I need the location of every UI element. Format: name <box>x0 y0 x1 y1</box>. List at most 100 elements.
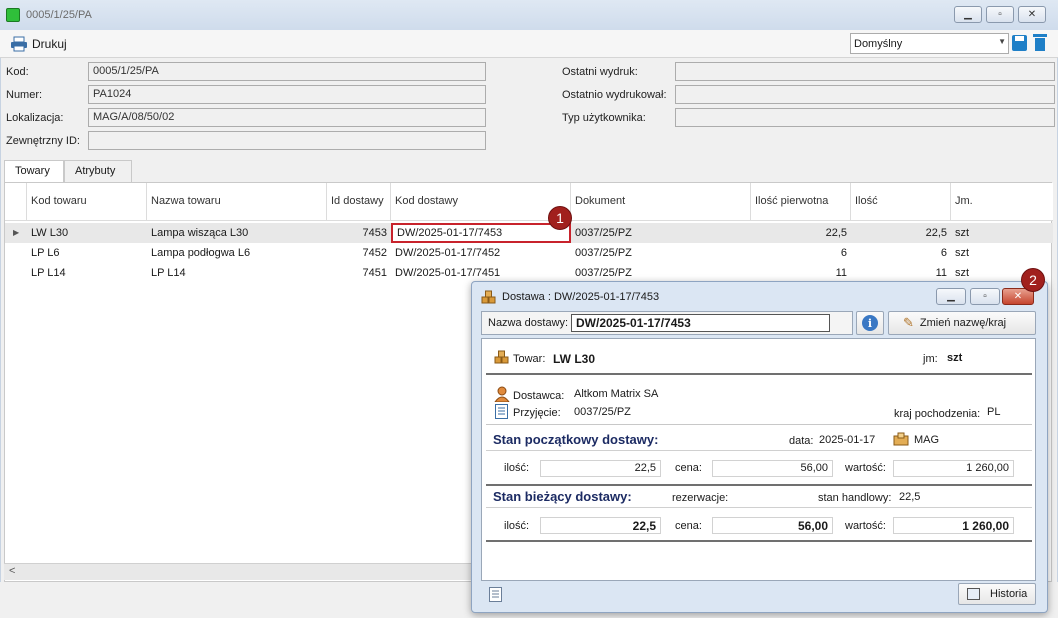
rename-label: Zmień nazwę/kraj <box>919 317 1007 329</box>
divider <box>486 507 1032 508</box>
pocz-ilosc-field[interactable]: 22,5 <box>540 460 661 477</box>
ostatnio-wydrukowal-field[interactable] <box>675 85 1055 104</box>
zewnetrzny-id-field[interactable] <box>88 131 486 150</box>
towar-value: LW L30 <box>553 352 596 366</box>
stan-handlowy-label: stan handlowy: <box>818 492 892 504</box>
cell-ilosc-pierwotna[interactable]: 11 <box>751 263 851 283</box>
cell-id-dostawy[interactable]: 7453 <box>327 223 391 243</box>
dostawca-label: Dostawca: <box>513 390 565 402</box>
divider <box>486 484 1032 486</box>
cell-kod-dostawy[interactable]: DW/2025-01-17/7452 <box>391 243 571 263</box>
dialog-maximize-button[interactable]: ▫ <box>970 288 1000 305</box>
divider <box>486 424 1032 425</box>
table-row[interactable]: LP L6 Lampa podłogwa L6 7452 DW/2025-01-… <box>5 243 1053 263</box>
save-icon[interactable] <box>1012 35 1027 51</box>
layout-select[interactable]: Domyślny ▼ <box>850 33 1009 54</box>
jm-label: jm: <box>923 353 938 365</box>
cell-nazwa-towaru[interactable]: LP L14 <box>147 263 327 283</box>
document-icon <box>495 404 508 419</box>
nazwa-dostawy-input[interactable]: DW/2025-01-17/7453 <box>571 314 830 332</box>
pocz-cena-field[interactable]: 56,00 <box>712 460 833 477</box>
column-header[interactable]: Id dostawy <box>327 183 391 221</box>
cell-ilosc-pierwotna[interactable]: 22,5 <box>751 223 851 243</box>
history-icon <box>967 588 980 600</box>
biez-wartosc-field[interactable]: 1 260,00 <box>893 517 1014 534</box>
cell-dokument[interactable]: 0037/25/PZ <box>571 223 751 243</box>
biez-ilosc-field[interactable]: 22,5 <box>540 517 661 534</box>
kraj-label: kraj pochodzenia: <box>894 408 981 420</box>
typ-uzytkownika-field[interactable] <box>675 108 1055 127</box>
cell-ilosc[interactable]: 6 <box>851 243 951 263</box>
tab-towary[interactable]: Towary <box>4 160 64 182</box>
cena-label: cena: <box>675 462 702 474</box>
close-button[interactable]: ✕ <box>1018 6 1046 23</box>
callout-badge-1: 1 <box>548 206 572 230</box>
boxes-icon <box>481 290 496 304</box>
column-header[interactable]: Ilość <box>851 183 951 221</box>
dialog-minimize-button[interactable]: ▁ <box>936 288 966 305</box>
cell-dokument[interactable]: 0037/25/PZ <box>571 263 751 283</box>
divider <box>486 373 1032 375</box>
cell-nazwa-towaru[interactable]: Lampa podłogwa L6 <box>147 243 327 263</box>
cena-label: cena: <box>675 520 702 532</box>
cell-kod-towaru[interactable]: LP L14 <box>27 263 147 283</box>
cell-kod-towaru[interactable]: LW L30 <box>27 223 147 243</box>
nazwa-dostawy-label: Nazwa dostawy: <box>488 317 569 329</box>
biez-cena-field[interactable]: 56,00 <box>712 517 833 534</box>
column-header[interactable]: Nazwa towaru <box>147 183 327 221</box>
trash-icon[interactable] <box>1033 34 1047 51</box>
kod-field[interactable]: 0005/1/25/PA <box>88 62 486 81</box>
column-header[interactable]: Kod dostawy <box>391 183 571 221</box>
cell-id-dostawy[interactable]: 7451 <box>327 263 391 283</box>
rename-button[interactable]: ✎ Zmień nazwę/kraj <box>888 311 1036 335</box>
cell-nazwa-towaru[interactable]: Lampa wisząca L30 <box>147 223 327 243</box>
historia-button[interactable]: Historia <box>958 583 1036 605</box>
cell-jm[interactable]: szt <box>951 223 1051 243</box>
pocz-wartosc-field[interactable]: 1 260,00 <box>893 460 1014 477</box>
column-header[interactable]: Jm. <box>951 183 1053 221</box>
table-row[interactable]: LP L14 LP L14 7451 DW/2025-01-17/7451 00… <box>5 263 1053 283</box>
maximize-button[interactable]: ▫ <box>986 6 1014 23</box>
title-bar: 0005/1/25/PA ▁ ▫ ✕ <box>0 0 1058 30</box>
dialog-body: Towar: LW L30 jm: szt Dostawca: Altkom M… <box>481 338 1036 581</box>
dostawca-value: Altkom Matrix SA <box>574 388 659 400</box>
kraj-value: PL <box>987 406 1001 418</box>
scroll-left-icon[interactable]: < <box>9 565 15 577</box>
cell-kod-towaru[interactable]: LP L6 <box>27 243 147 263</box>
cell-ilosc-pierwotna[interactable]: 6 <box>751 243 851 263</box>
cell-ilosc[interactable]: 22,5 <box>851 223 951 243</box>
numer-label: Numer: <box>6 89 43 101</box>
print-button[interactable]: Drukuj <box>10 34 67 54</box>
ostatni-wydruk-field[interactable] <box>675 62 1055 81</box>
data-value: 2025-01-17 <box>819 434 876 446</box>
toolbar: Drukuj Domyślny ▼ <box>0 30 1058 58</box>
notes-icon[interactable] <box>489 587 502 602</box>
cell-jm[interactable]: szt <box>951 243 1051 263</box>
divider <box>486 450 1032 451</box>
cell-ilosc[interactable]: 11 <box>851 263 951 283</box>
cell-id-dostawy[interactable]: 7452 <box>327 243 391 263</box>
cell-dokument[interactable]: 0037/25/PZ <box>571 243 751 263</box>
table-row[interactable]: ▶ LW L30 Lampa wisząca L30 7453 DW/2025-… <box>5 223 1053 243</box>
lokalizacja-field[interactable]: MAG/A/08/50/02 <box>88 108 486 127</box>
przyjecie-label: Przyjęcie: <box>513 407 561 419</box>
info-icon: i <box>862 315 878 331</box>
wartosc-label: wartość: <box>845 520 886 532</box>
stan-biezacy-heading: Stan bieżący dostawy: <box>493 489 632 504</box>
minimize-button[interactable]: ▁ <box>954 6 982 23</box>
typ-uzytkownika-label: Typ użytkownika: <box>562 112 646 124</box>
mag-value: MAG <box>914 434 940 446</box>
horizontal-scrollbar[interactable]: < <box>4 563 474 580</box>
column-header[interactable]: Kod towaru <box>27 183 147 221</box>
cell-kod-dostawy[interactable]: DW/2025-01-17/7453 <box>391 223 571 243</box>
cell-kod-dostawy[interactable]: DW/2025-01-17/7451 <box>391 263 571 283</box>
stan-handlowy-value: 22,5 <box>899 491 921 503</box>
chevron-down-icon[interactable]: ▼ <box>998 37 1006 46</box>
numer-field[interactable]: PA1024 <box>88 85 486 104</box>
column-header[interactable]: Ilość pierwotna <box>751 183 851 221</box>
tab-atrybuty[interactable]: Atrybuty <box>64 160 132 182</box>
column-header[interactable]: Dokument <box>571 183 751 221</box>
info-button[interactable]: i <box>856 311 884 335</box>
rezerwacje-label: rezerwacje: <box>672 492 729 504</box>
row-pointer-icon: ▶ <box>13 228 20 237</box>
